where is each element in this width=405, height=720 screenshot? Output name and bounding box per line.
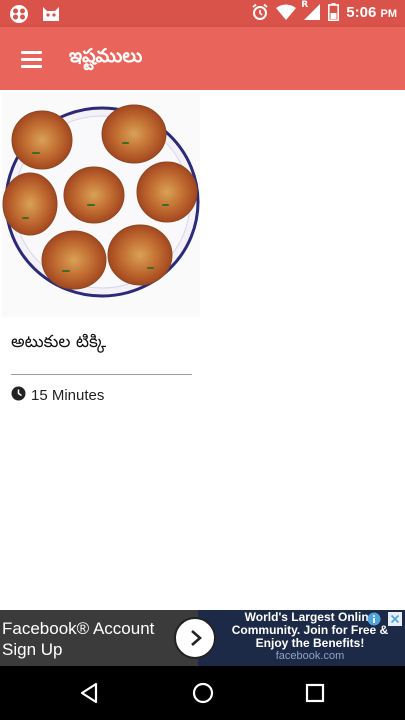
recipe-image <box>2 92 200 317</box>
ad-banner[interactable]: Facebook® Account Sign Up World's Larges… <box>0 610 405 666</box>
info-icon[interactable] <box>367 611 381 626</box>
status-bar: R 5:06 PM <box>0 0 405 27</box>
signal-roaming-label: R <box>301 0 309 10</box>
clock-icon <box>11 386 26 405</box>
back-icon[interactable] <box>77 679 105 707</box>
ad-url[interactable]: facebook.com <box>222 650 398 662</box>
status-time-suffix: PM <box>380 7 398 20</box>
page-title: ఇష్టములు <box>69 45 143 67</box>
alarm-icon <box>251 3 269 21</box>
hamburger-menu-icon[interactable] <box>12 40 50 78</box>
status-time-value: 5:06 <box>346 3 377 21</box>
signal-icon: R <box>301 0 321 21</box>
card-divider <box>11 374 192 375</box>
status-time: 5:06 PM <box>346 4 397 21</box>
chevron-right-icon[interactable] <box>174 617 216 659</box>
recipe-title: అటుకుల టిక్కి <box>11 332 107 352</box>
battery-icon <box>328 3 340 21</box>
ad-left-panel[interactable]: Facebook® Account Sign Up <box>0 610 198 666</box>
notification-cat-icon <box>41 4 61 24</box>
wifi-icon <box>276 4 297 20</box>
system-nav-bar <box>0 666 405 720</box>
system-icons: R 5:06 PM <box>251 0 397 21</box>
favorites-list: అటుకుల టిక్కి 15 Minutes <box>0 90 405 610</box>
notification-icons <box>9 4 61 24</box>
recipe-time-label: 15 Minutes <box>31 387 105 404</box>
recipe-time: 15 Minutes <box>11 386 104 405</box>
recents-icon[interactable] <box>301 679 329 707</box>
close-icon[interactable] <box>388 611 402 626</box>
notification-app-icon <box>9 4 29 24</box>
home-icon[interactable] <box>189 679 217 707</box>
app-bar: ఇష్టములు <box>0 27 405 90</box>
recipe-card[interactable]: అటుకుల టిక్కి 15 Minutes <box>2 92 200 412</box>
ad-right-panel[interactable]: World's Largest Online Community. Join f… <box>198 610 405 666</box>
ad-headline[interactable]: Facebook® Account Sign Up <box>2 618 177 660</box>
